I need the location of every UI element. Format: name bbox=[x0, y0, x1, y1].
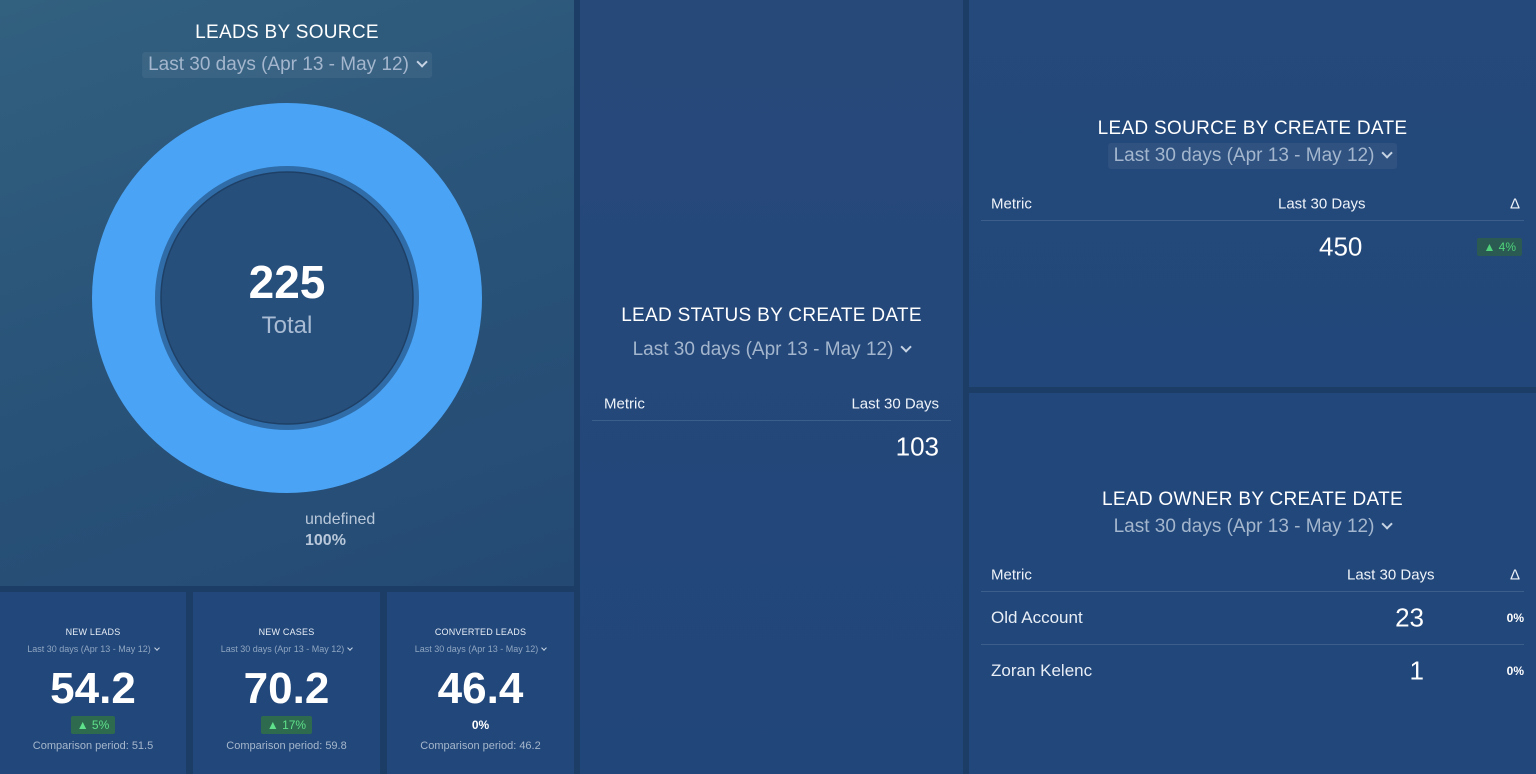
converted-leads-widget: CONVERTED LEADS Last 30 days (Apr 13 - M… bbox=[387, 592, 574, 774]
change-badge: ▲ 4% bbox=[1477, 238, 1522, 256]
comparison-text: Comparison period: 46.2 bbox=[420, 740, 541, 752]
chevron-down-icon bbox=[1381, 147, 1394, 159]
table-row: 450 ▲ 4% bbox=[981, 221, 1524, 273]
date-range-dropdown[interactable]: Last 30 days (Apr 13 - May 12) bbox=[1108, 514, 1398, 540]
column-header-metric: Metric bbox=[991, 195, 1032, 213]
column-header-period: Last 30 Days bbox=[1278, 195, 1366, 213]
column-header-delta: Δ bbox=[1509, 566, 1520, 584]
comparison-text: Comparison period: 51.5 bbox=[32, 740, 154, 752]
date-range-dropdown[interactable]: Last 30 days (Apr 13 - May 12) bbox=[627, 337, 917, 363]
date-range-label: Last 30 days (Apr 13 - May 12) bbox=[414, 644, 539, 654]
column-header-delta: Δ bbox=[1509, 195, 1520, 213]
lead-source-by-date-widget: LEAD SOURCE BY CREATE DATE Last 30 days … bbox=[969, 0, 1536, 387]
metric-value: 103 bbox=[895, 431, 939, 462]
metrics-table: Metric Last 30 Days 103 bbox=[592, 388, 951, 473]
widget-title: LEAD OWNER BY CREATE DATE bbox=[1102, 489, 1403, 510]
lead-owner-widget: LEAD OWNER BY CREATE DATE Last 30 days (… bbox=[969, 393, 1536, 774]
date-range-label: Last 30 days (Apr 13 - May 12) bbox=[1113, 145, 1375, 166]
change-value: 0% bbox=[471, 718, 490, 732]
metric-value: 1 bbox=[1409, 655, 1424, 686]
metric-value: 23 bbox=[1395, 602, 1424, 633]
change-badge: ▲ 17% bbox=[260, 716, 313, 734]
table-header: Metric Last 30 Days Δ bbox=[981, 559, 1524, 592]
widget-title: CONVERTED LEADS bbox=[434, 627, 527, 637]
column-header-period: Last 30 Days bbox=[851, 395, 939, 413]
metrics-table: Metric Last 30 Days Δ 450 ▲ 4% bbox=[981, 188, 1524, 273]
chevron-down-icon bbox=[347, 645, 354, 651]
date-range-dropdown[interactable]: Last 30 days (Apr 13 - May 12) bbox=[193, 644, 380, 654]
total-value: 225 bbox=[248, 256, 326, 308]
date-range-dropdown[interactable]: Last 30 days (Apr 13 - May 12) bbox=[387, 644, 574, 654]
chevron-down-icon bbox=[416, 56, 428, 68]
metric-value: 450 bbox=[1319, 231, 1363, 262]
widget-title: LEAD STATUS BY CREATE DATE bbox=[621, 305, 922, 326]
chevron-down-icon bbox=[1381, 518, 1394, 530]
leads-by-source-widget: LEADS BY SOURCE Last 30 days (Apr 13 - M… bbox=[0, 0, 574, 586]
table-row: Zoran Kelenc 1 0% bbox=[981, 645, 1524, 697]
widget-title: NEW LEADS bbox=[65, 627, 121, 637]
date-range-label: Last 30 days (Apr 13 - May 12) bbox=[148, 54, 409, 75]
date-range-label: Last 30 days (Apr 13 - May 12) bbox=[27, 644, 151, 654]
legend-label: undefined bbox=[305, 511, 376, 528]
legend-percent: 100% bbox=[305, 532, 346, 549]
new-cases-widget: NEW CASES Last 30 days (Apr 13 - May 12)… bbox=[193, 592, 380, 774]
metric-value: 54.2 bbox=[50, 664, 136, 713]
metric-value: 46.4 bbox=[437, 664, 524, 713]
chevron-down-icon bbox=[900, 341, 913, 353]
column-header-period: Last 30 Days bbox=[1347, 566, 1435, 584]
row-label: Zoran Kelenc bbox=[991, 661, 1093, 680]
widget-title: LEADS BY SOURCE bbox=[195, 22, 379, 43]
row-label: Old Account bbox=[991, 608, 1083, 627]
date-range-label: Last 30 days (Apr 13 - May 12) bbox=[220, 644, 345, 654]
table-row: 103 bbox=[592, 421, 951, 473]
date-range-label: Last 30 days (Apr 13 - May 12) bbox=[1113, 516, 1375, 537]
total-label: Total bbox=[261, 312, 313, 339]
widget-title: NEW CASES bbox=[258, 627, 315, 637]
column-header-metric: Metric bbox=[991, 566, 1032, 584]
column-header-metric: Metric bbox=[604, 395, 645, 413]
change-value: 0% bbox=[1506, 611, 1524, 625]
date-range-dropdown[interactable]: Last 30 days (Apr 13 - May 12) bbox=[1107, 143, 1398, 169]
table-row: Old Account 23 0% bbox=[981, 592, 1524, 645]
lead-status-widget: LEAD STATUS BY CREATE DATE Last 30 days … bbox=[580, 0, 963, 774]
metric-value: 70.2 bbox=[243, 664, 330, 713]
metrics-table: Metric Last 30 Days Δ Old Account 23 0% … bbox=[981, 559, 1524, 697]
new-leads-widget: NEW LEADS Last 30 days (Apr 13 - May 12)… bbox=[0, 592, 186, 774]
widget-title: LEAD SOURCE BY CREATE DATE bbox=[1097, 118, 1408, 139]
date-range-dropdown[interactable]: Last 30 days (Apr 13 - May 12) bbox=[0, 644, 186, 654]
date-range-dropdown[interactable]: Last 30 days (Apr 13 - May 12) bbox=[142, 52, 432, 78]
change-value: 0% bbox=[1506, 664, 1524, 678]
chevron-down-icon bbox=[541, 645, 548, 651]
table-header: Metric Last 30 Days bbox=[592, 388, 951, 421]
table-header: Metric Last 30 Days Δ bbox=[981, 188, 1524, 221]
chevron-down-icon bbox=[153, 645, 160, 651]
date-range-label: Last 30 days (Apr 13 - May 12) bbox=[632, 339, 894, 360]
change-badge: ▲ 5% bbox=[70, 716, 116, 734]
comparison-text: Comparison period: 59.8 bbox=[226, 740, 347, 752]
